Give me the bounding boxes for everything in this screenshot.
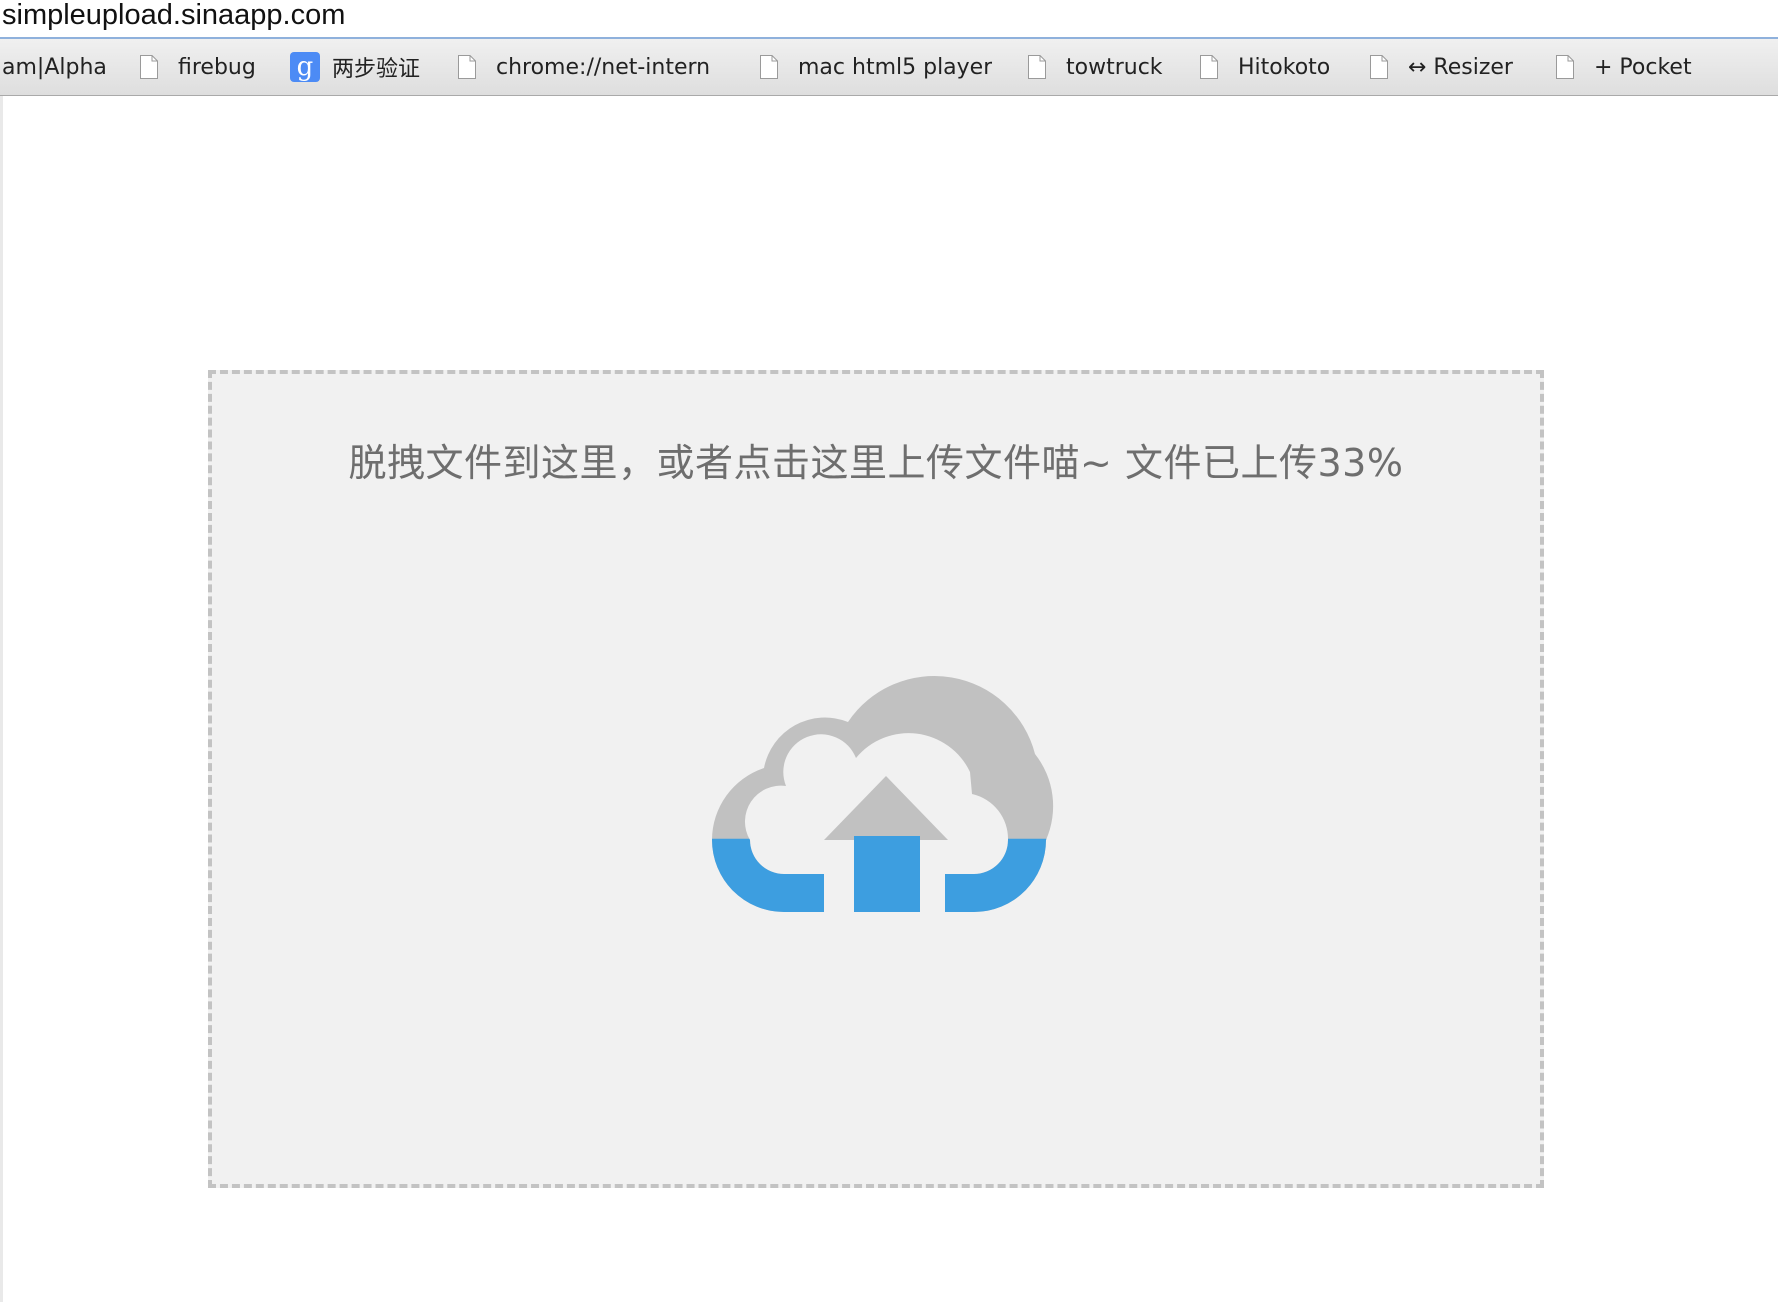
arrow-head: [824, 776, 948, 840]
bookmark-label: am|Alpha: [2, 54, 107, 80]
page-icon: [1028, 55, 1046, 79]
url-text[interactable]: simpleupload.sinaapp.com: [2, 0, 345, 32]
bookmark-label: mac html5 player: [798, 54, 993, 80]
address-bar[interactable]: simpleupload.sinaapp.com: [0, 0, 1778, 39]
bookmark-label: chrome://net-intern: [496, 54, 711, 80]
bookmark-firebug[interactable]: firebug: [140, 39, 256, 95]
bookmark-towtruck[interactable]: towtruck: [1028, 39, 1163, 95]
arrow-stem: [854, 836, 920, 912]
bookmark-chrome-net-internals[interactable]: chrome://net-intern: [458, 39, 761, 95]
cloud-upload-icon: [712, 676, 1054, 913]
page-icon: [1556, 55, 1574, 79]
bookmark-label: firebug: [178, 54, 256, 80]
page-icon: [1200, 55, 1218, 79]
bookmark-hitokoto[interactable]: Hitokoto: [1200, 39, 1330, 95]
page-left-edge: [0, 96, 3, 1302]
bookmarks-bar: am|Alpha firebug g 两步验证 chrome://net-int…: [0, 39, 1778, 96]
page-icon: [140, 55, 158, 79]
bookmark-label: 两步验证: [332, 57, 421, 82]
bookmark-pocket[interactable]: + Pocket: [1556, 39, 1692, 95]
bookmark-resizer[interactable]: ↔ Resizer: [1370, 39, 1513, 95]
page-icon: [1370, 55, 1388, 79]
upload-dropzone[interactable]: 脱拽文件到这里，或者点击这里上传文件喵~ 文件已上传33%: [208, 370, 1544, 1188]
upload-prompt: 脱拽文件到这里，或者点击这里上传文件喵~ 文件已上传33%: [348, 441, 1404, 485]
bookmark-alpha[interactable]: am|Alpha: [2, 39, 107, 95]
bookmark-label: Hitokoto: [1238, 54, 1331, 80]
bookmark-mac-html5-player[interactable]: mac html5 player: [760, 39, 992, 95]
page-icon: [760, 55, 778, 79]
google-icon: g: [290, 52, 320, 82]
bookmark-label: ↔ Resizer: [1408, 54, 1513, 80]
page-icon: [458, 55, 476, 79]
bookmark-label: towtruck: [1066, 54, 1163, 80]
bookmark-two-step-verification[interactable]: g 两步验证: [290, 39, 420, 95]
bookmark-label: + Pocket: [1594, 54, 1692, 80]
